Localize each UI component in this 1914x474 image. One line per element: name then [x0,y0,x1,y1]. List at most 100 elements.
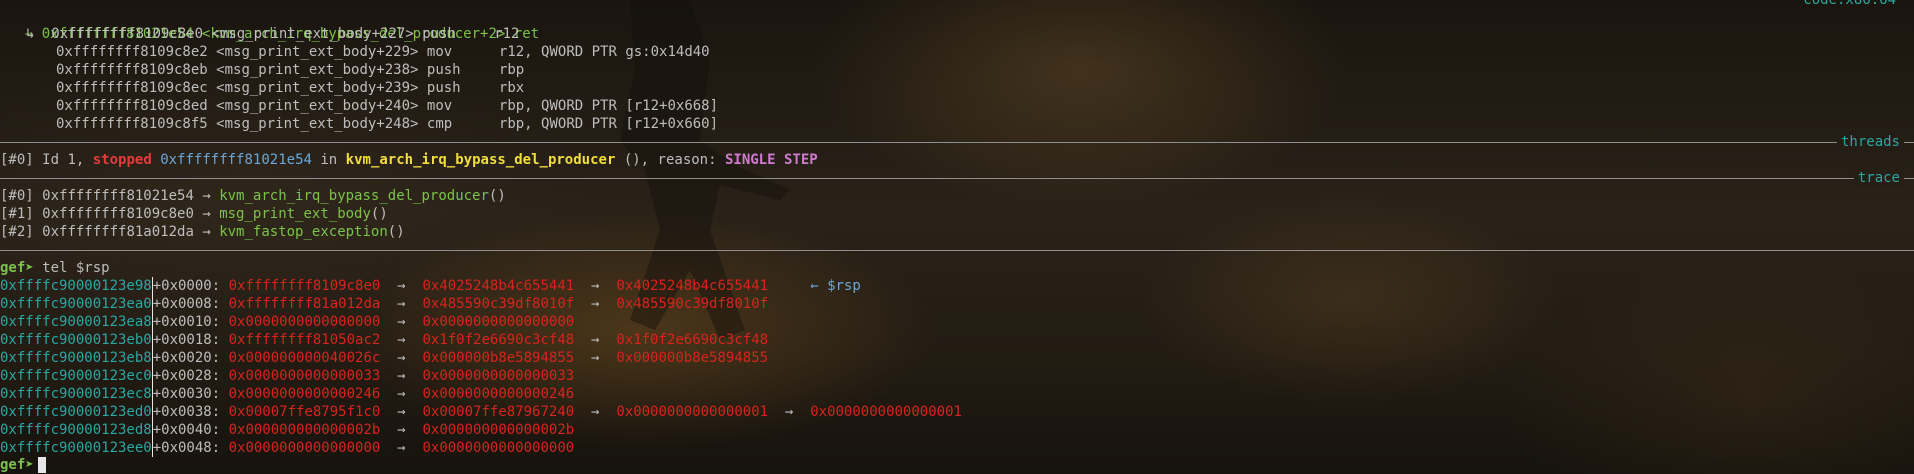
command-text: tel $rsp [33,260,110,276]
frame-arrow: → [202,206,211,222]
frame-tag: [#2] [0,224,34,240]
telescope-row: 0xffffc90000123ed8+0x0040: 0x00000000000… [0,421,574,439]
stack-offset: +0x0048: [152,440,221,456]
frame-parens: () [387,224,405,240]
prompt-line[interactable]: gef➤ [0,456,46,474]
disasm-line: ↳ 0xffffffff8109c8e0 <msg_print_ext_body… [26,25,519,43]
telescope-row: 0xffffc90000123ec0+0x0028: 0x00000000000… [0,367,574,385]
disasm-mnem: cmp [426,116,453,132]
frame-func: kvm_arch_irq_bypass_del_producer [219,188,489,204]
register-note: ← $rsp [810,278,861,294]
chain-value: 0x0000000000000000 [228,440,381,456]
thread-addr: 0xffffffff81021e54 [160,152,312,168]
chain-value: 0x00007ffe87967240 [422,404,575,420]
chain-arrow: → [380,314,423,330]
disasm-line: 0xffffffff8109c8f5 <msg_print_ext_body+2… [56,115,718,133]
text-cursor[interactable] [37,457,46,473]
stack-offset: +0x0038: [152,404,221,420]
chain-value: 0x4025248b4c655441 [422,278,575,294]
gef-prompt: gef➤ [0,260,34,276]
chain-value: 0x0000000000000000 [422,440,575,456]
trace-label: trace [1853,169,1904,187]
chain-arrow: → [380,368,423,384]
return-marker: ↳ [26,26,52,42]
telescope-row: 0xffffc90000123e98+0x0000: 0xffffffff810… [0,277,861,295]
disasm-ops: r12 [494,26,520,42]
chain-value: 0x000000000040026c [228,350,381,366]
disasm-ops: rbp, QWORD PTR [r12+0x668] [498,98,719,114]
disasm-sym: <msg_print_ext_body+238> [216,62,419,78]
disasm-mnem: push [422,26,456,42]
frame-parens: () [488,188,506,204]
disasm-addr: 0xffffffff8109c8e2 [56,44,208,60]
chain-arrow: → [380,440,423,456]
telescope-row: 0xffffc90000123ee0+0x0048: 0x00000000000… [0,439,574,457]
chain-arrow: → [574,332,617,348]
chain-arrow: → [380,332,423,348]
frame-tag: [#1] [0,206,34,222]
stack-addr: 0xffffc90000123ed0 [0,404,152,420]
disasm-sym: <msg_print_ext_body+239> [216,80,419,96]
telescope-row: 0xffffc90000123eb0+0x0018: 0xffffffff810… [0,331,768,349]
command-line: gef➤ tel $rsp [0,259,110,277]
trace-frame: [#0] 0xffffffff81021e54 → kvm_arch_irq_b… [0,187,506,205]
stack-offset: +0x0000: [152,278,221,294]
context-label: code:x86:64 [1803,0,1896,8]
chain-value: 0x0000000000000033 [228,368,381,384]
chain-value: 0x0000000000000000 [422,314,575,330]
thread-reason-label: (), reason: [623,152,717,168]
disasm-mnem: mov [426,44,453,60]
chain-arrow: → [574,350,617,366]
disasm-ops: r12, QWORD PTR gs:0x14d40 [498,44,710,60]
disasm-sym: <msg_print_ext_body+248> [216,116,419,132]
disasm-sym: <msg_print_ext_body+240> [216,98,419,114]
chain-value: 0x0000000000000000 [228,314,381,330]
frame-addr: 0xffffffff8109c8e0 [42,206,194,222]
disasm-mnem: push [426,62,461,78]
disasm-line: 0xffffffff8109c8eb <msg_print_ext_body+2… [56,61,524,79]
stack-addr: 0xffffc90000123eb8 [0,350,152,366]
stack-addr: 0xffffc90000123ea0 [0,296,152,312]
stack-offset: +0x0010: [152,314,221,330]
disasm-ops: rbx [498,80,525,96]
disasm-line: 0xffffffff8109c8ed <msg_print_ext_body+2… [56,97,718,115]
telescope-row: 0xffffc90000123ea0+0x0008: 0xffffffff81a… [0,295,768,313]
disasm-mnem: push [426,80,461,96]
disasm-line: 0xffffffff8109c8e2 <msg_print_ext_body+2… [56,43,710,61]
chain-value: 0x0000000000000033 [422,368,575,384]
stack-offset: +0x0040: [152,422,221,438]
stack-addr: 0xffffc90000123e98 [0,278,152,294]
thread-reason: SINGLE STEP [724,152,818,168]
chain-value: 0x485590c39df8010f [616,296,769,312]
chain-arrow: → [380,296,423,312]
chain-value: 0x000000b8e5894855 [616,350,769,366]
stack-offset: +0x0020: [152,350,221,366]
command-separator [0,250,1914,251]
stack-addr: 0xffffc90000123ec0 [0,368,152,384]
frame-addr: 0xffffffff81021e54 [42,188,194,204]
stack-addr: 0xffffc90000123ea8 [0,314,152,330]
thread-line: [#0] Id 1, stopped 0xffffffff81021e54 in… [0,151,818,169]
disasm-addr: 0xffffffff8109c8eb [56,62,208,78]
stack-offset: +0x0008: [152,296,221,312]
disasm-addr: 0xffffffff8109c8ed [56,98,208,114]
chain-value: 0xffffffff81a012da [228,296,381,312]
disasm-line: 0xffffffff8109c8ec <msg_print_ext_body+2… [56,79,524,97]
telescope-row: 0xffffc90000123ea8+0x0010: 0x00000000000… [0,313,574,331]
chain-value: 0xffffffff8109c8e0 [228,278,381,294]
thread-id: Id 1, [42,152,85,168]
chain-arrow: → [574,296,617,312]
frame-arrow: → [202,224,211,240]
disasm-ops: rbp, QWORD PTR [r12+0x660] [498,116,719,132]
trace-frame: [#2] 0xffffffff81a012da → kvm_fastop_exc… [0,223,405,241]
stack-offset: +0x0030: [152,386,221,402]
chain-arrow: → [380,404,423,420]
thread-tag: [#0] [0,152,34,168]
frame-parens: () [370,206,388,222]
chain-value: 0x1f0f2e6690c3cf48 [616,332,769,348]
thread-state: stopped [92,152,152,168]
telescope-row: 0xffffc90000123eb8+0x0020: 0x00000000004… [0,349,768,367]
chain-value: 0xffffffff81050ac2 [228,332,381,348]
disasm-sym: <msg_print_ext_body+227> [211,26,414,42]
frame-func: kvm_fastop_exception [219,224,388,240]
